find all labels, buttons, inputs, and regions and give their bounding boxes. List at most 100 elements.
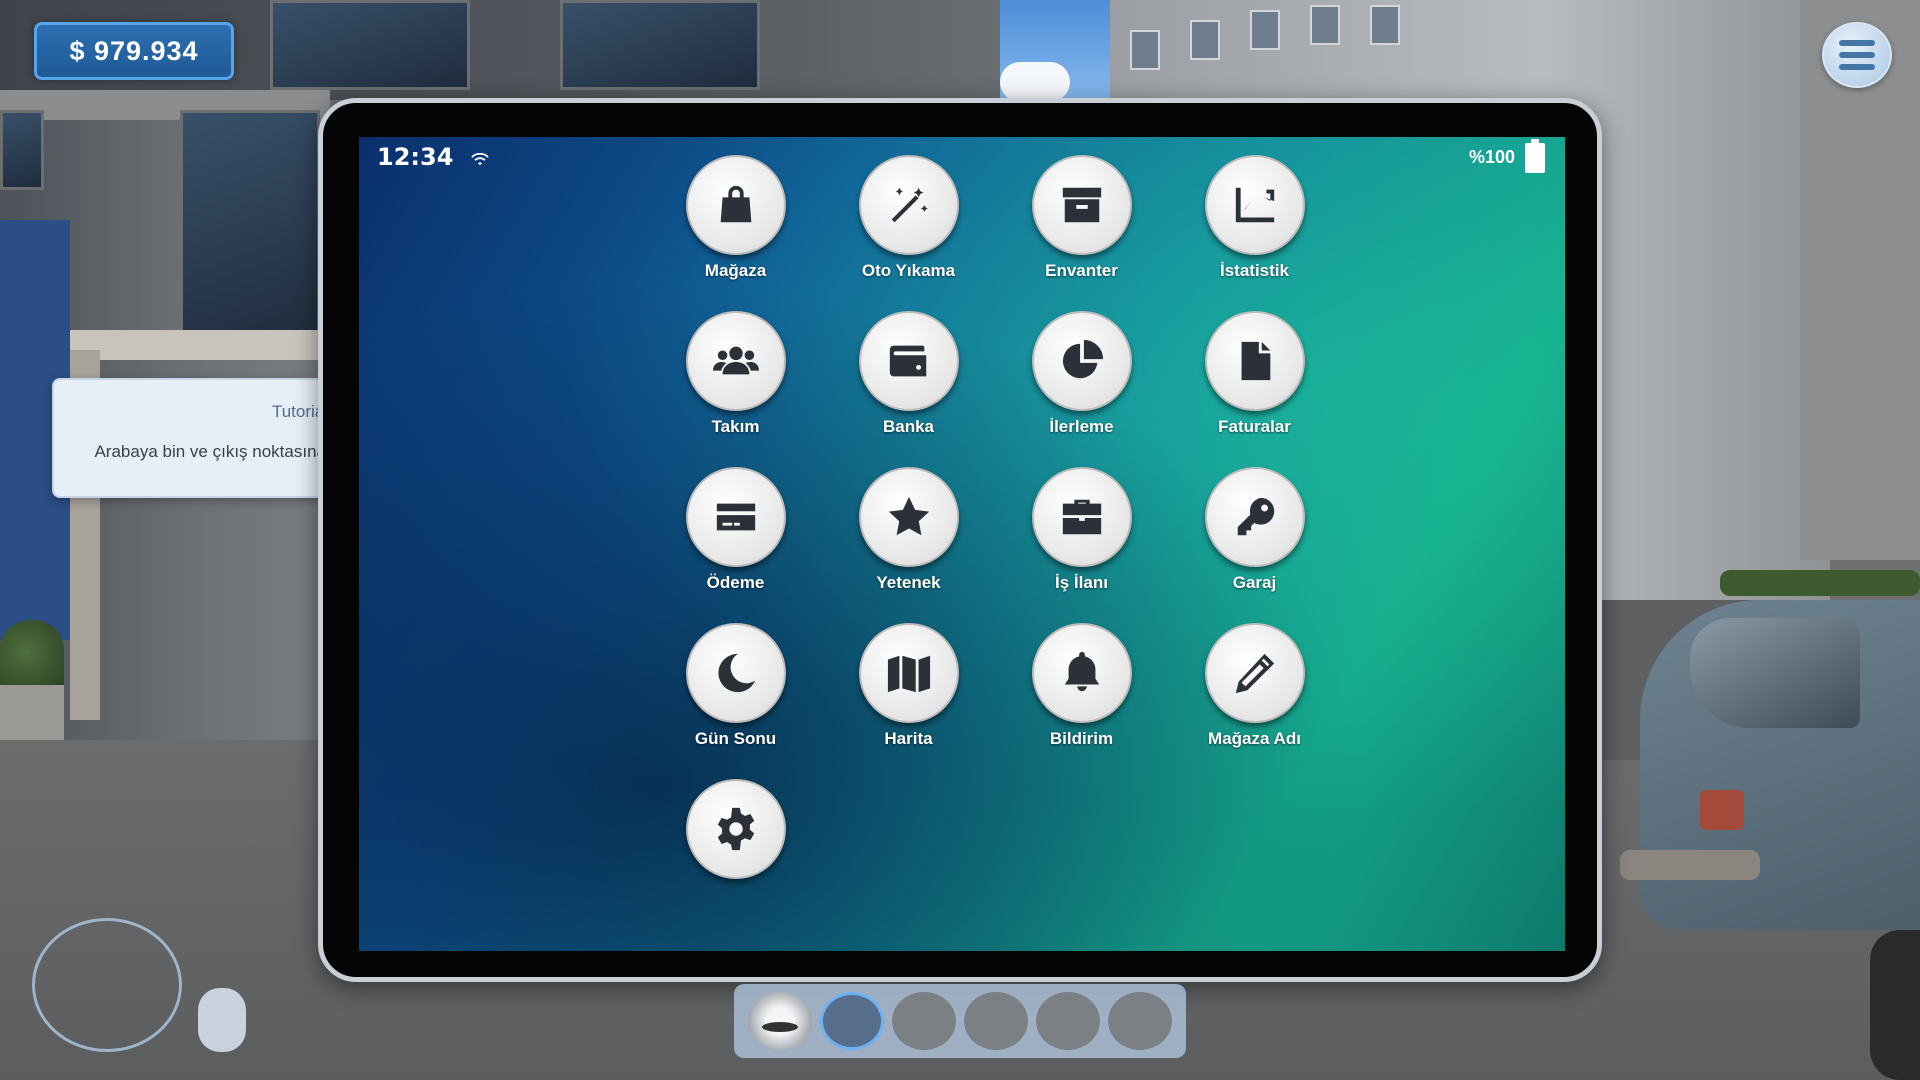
app-store-name[interactable]: Mağaza Adı — [1168, 623, 1341, 749]
app-store[interactable]: Mağaza — [649, 155, 822, 281]
key-icon — [1237, 497, 1274, 536]
app-label: Bildirim — [1049, 729, 1114, 748]
canopy — [70, 330, 340, 360]
hotbar-slot[interactable] — [1036, 992, 1100, 1050]
app-icon-button[interactable] — [685, 467, 786, 567]
battery-percentage: %100 — [1468, 147, 1515, 167]
app-icon-button[interactable] — [1204, 155, 1305, 255]
wifi-icon — [471, 152, 489, 166]
building-window — [1190, 20, 1220, 60]
app-job-listing[interactable]: İş İlanı — [995, 467, 1168, 593]
app-progress[interactable]: İlerleme — [995, 311, 1168, 437]
archive-box-icon — [1062, 187, 1101, 223]
app-icon-button[interactable] — [1204, 311, 1305, 411]
hotbar-slot-pressure-washer[interactable] — [748, 992, 812, 1050]
star-icon — [888, 496, 929, 536]
app-label: İstatistik — [1220, 261, 1289, 280]
app-icon-button[interactable] — [685, 779, 786, 879]
chart-line-icon — [1235, 187, 1274, 223]
app-label: Harita — [884, 729, 933, 748]
app-label: Mağaza — [704, 261, 767, 280]
app-label: İlerleme — [1049, 417, 1114, 436]
app-label: Oto Yıkama — [861, 261, 956, 280]
app-map[interactable]: Harita — [822, 623, 995, 749]
car-tail-light — [1700, 790, 1744, 830]
app-label: Garaj — [1232, 573, 1277, 592]
app-grid: Mağaza Oto Yıkama Envanter İstatistik Ta… — [649, 155, 1349, 905]
app-icon-button[interactable] — [685, 155, 786, 255]
app-label: Mağaza Adı — [1208, 729, 1301, 748]
app-garage[interactable]: Garaj — [1168, 467, 1341, 593]
moon-icon — [717, 653, 755, 693]
plant-pot — [0, 685, 64, 745]
app-settings[interactable] — [649, 779, 822, 905]
app-end-of-day[interactable]: Gün Sonu — [649, 623, 822, 749]
car-bumper — [1620, 850, 1760, 880]
building-window — [0, 110, 44, 190]
battery-icon — [1525, 139, 1545, 173]
app-label: Gün Sonu — [694, 729, 777, 748]
hotbar-slot[interactable] — [1108, 992, 1172, 1050]
pie-chart-icon — [1062, 339, 1103, 379]
building-window — [1130, 30, 1160, 70]
app-label: İş İlanı — [1055, 573, 1108, 592]
briefcase-icon — [1062, 499, 1101, 535]
users-icon — [712, 346, 759, 375]
car-window — [1690, 618, 1860, 728]
hotbar — [734, 984, 1186, 1058]
pencil-icon — [1235, 653, 1274, 694]
app-icon-button[interactable] — [858, 155, 959, 255]
app-skills[interactable]: Yetenek — [822, 467, 995, 593]
app-icon-button[interactable] — [858, 623, 959, 723]
app-notifications[interactable]: Bildirim — [995, 623, 1168, 749]
building-window — [270, 0, 470, 90]
app-invoices[interactable]: Faturalar — [1168, 311, 1341, 437]
movement-joystick[interactable] — [32, 918, 182, 1052]
app-team[interactable]: Takım — [649, 311, 822, 437]
hotbar-slot[interactable] — [892, 992, 956, 1050]
app-label: Yetenek — [876, 573, 941, 592]
app-icon-button[interactable] — [685, 623, 786, 723]
app-car-wash[interactable]: Oto Yıkama — [822, 155, 995, 281]
app-icon-button[interactable] — [1031, 623, 1132, 723]
tablet-screen: 12:34 %100 Mağaza Oto Yıkama Envanter İs… — [359, 137, 1565, 951]
gear-icon — [717, 807, 754, 851]
action-button[interactable] — [198, 988, 246, 1052]
app-label: Faturalar — [1218, 417, 1291, 436]
building-window — [1310, 5, 1340, 45]
wallet-icon — [889, 345, 926, 377]
app-bank[interactable]: Banka — [822, 311, 995, 437]
app-icon-button[interactable] — [1031, 467, 1132, 567]
app-icon-button[interactable] — [685, 311, 786, 411]
bell-icon — [1064, 651, 1099, 692]
app-icon-button[interactable] — [1204, 623, 1305, 723]
app-icon-button[interactable] — [1031, 311, 1132, 411]
app-label: Banka — [882, 417, 935, 436]
hotbar-slot-selected[interactable] — [820, 992, 884, 1050]
app-icon-button[interactable] — [1031, 155, 1132, 255]
tablet-device: 12:34 %100 Mağaza Oto Yıkama Envanter İs… — [318, 98, 1602, 982]
building-window — [1370, 5, 1400, 45]
status-time: 12:34 — [377, 143, 454, 171]
hedge — [1720, 570, 1920, 596]
document-icon — [1241, 341, 1270, 381]
building-window — [1250, 10, 1280, 50]
app-label: Takım — [711, 417, 760, 436]
hamburger-icon — [1839, 40, 1875, 46]
app-payment[interactable]: Ödeme — [649, 467, 822, 593]
cloud — [1000, 62, 1070, 102]
app-icon-button[interactable] — [858, 311, 959, 411]
shopping-bag-icon — [720, 185, 751, 223]
app-icon-button[interactable] — [858, 467, 959, 567]
main-menu-button[interactable] — [1822, 22, 1892, 88]
hotbar-slot[interactable] — [964, 992, 1028, 1050]
building-window — [560, 0, 760, 90]
map-icon — [887, 655, 930, 693]
money-display: $ 979.934 — [34, 22, 234, 80]
app-label: Ödeme — [706, 573, 765, 592]
magic-wand-icon — [891, 187, 928, 223]
app-icon-button[interactable] — [1204, 467, 1305, 567]
app-statistics[interactable]: İstatistik — [1168, 155, 1341, 281]
app-inventory[interactable]: Envanter — [995, 155, 1168, 281]
car-wheel — [1870, 930, 1920, 1080]
